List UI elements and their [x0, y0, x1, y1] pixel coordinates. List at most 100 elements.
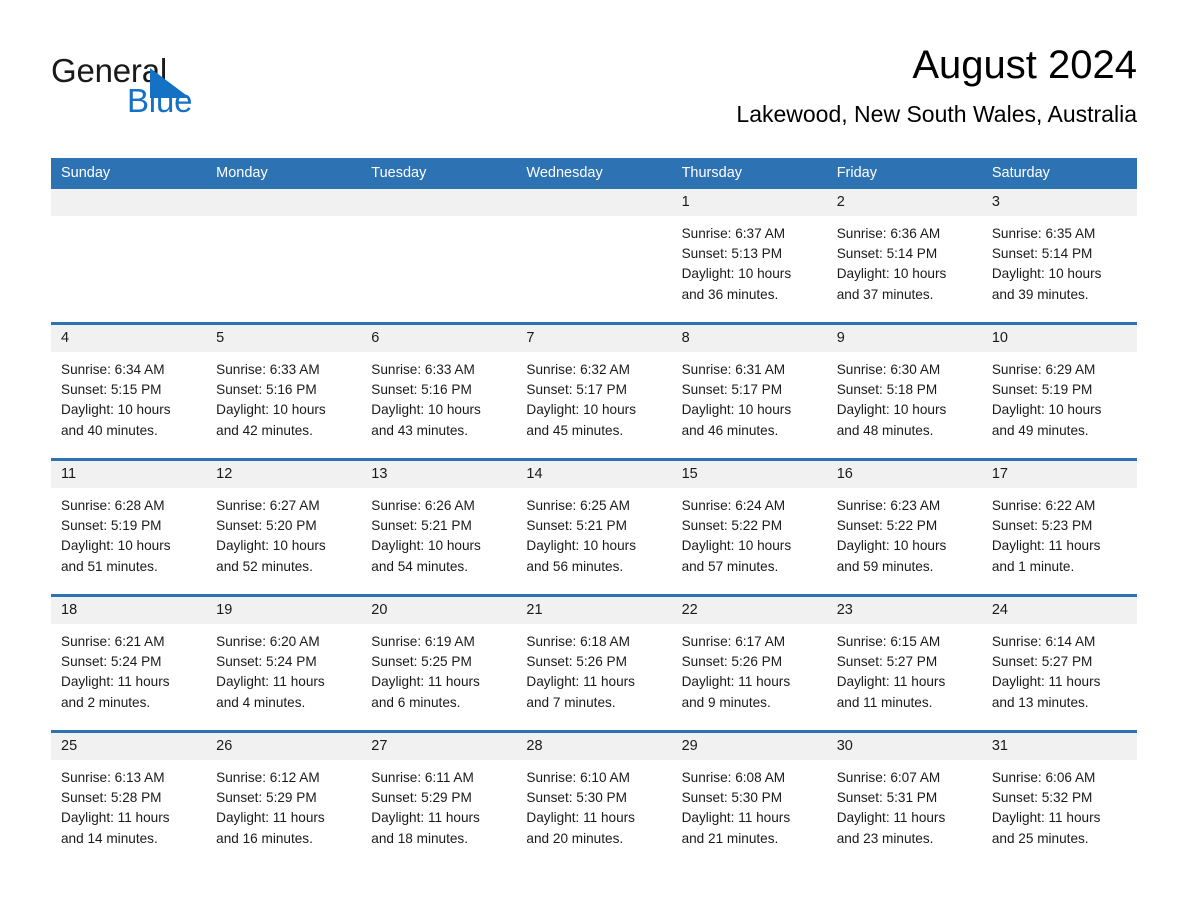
- calendar-day-cell[interactable]: 25 Sunrise: 6:13 AM Sunset: 5:28 PM Dayl…: [51, 730, 207, 866]
- calendar-day-cell[interactable]: 27 Sunrise: 6:11 AM Sunset: 5:29 PM Dayl…: [361, 730, 517, 866]
- calendar-table: Sunday Monday Tuesday Wednesday Thursday…: [51, 158, 1137, 866]
- calendar-day-cell[interactable]: 12 Sunrise: 6:27 AM Sunset: 5:20 PM Dayl…: [206, 458, 362, 596]
- calendar-day-cell[interactable]: 3 Sunrise: 6:35 AM Sunset: 5:14 PM Dayli…: [981, 189, 1137, 324]
- day-details: Sunrise: 6:25 AM Sunset: 5:21 PM Dayligh…: [516, 488, 671, 594]
- calendar-day-cell[interactable]: 15 Sunrise: 6:24 AM Sunset: 5:22 PM Dayl…: [671, 458, 827, 596]
- day-number: 22: [671, 597, 827, 624]
- sun-info-text: Sunrise: 6:28 AM Sunset: 5:19 PM Dayligh…: [61, 498, 171, 574]
- calendar-day-cell[interactable]: 14 Sunrise: 6:25 AM Sunset: 5:21 PM Dayl…: [516, 458, 672, 596]
- calendar-week-row: 25 Sunrise: 6:13 AM Sunset: 5:28 PM Dayl…: [51, 730, 1137, 866]
- calendar-day-cell[interactable]: 8 Sunrise: 6:31 AM Sunset: 5:17 PM Dayli…: [671, 322, 827, 460]
- day-details: Sunrise: 6:29 AM Sunset: 5:19 PM Dayligh…: [982, 352, 1137, 458]
- weekday-header-thursday: Thursday: [671, 158, 827, 189]
- sun-info-text: Sunrise: 6:21 AM Sunset: 5:24 PM Dayligh…: [61, 634, 170, 710]
- general-blue-logo[interactable]: General Blue: [51, 52, 251, 124]
- weekday-header-tuesday: Tuesday: [361, 158, 517, 189]
- calendar-day-cell[interactable]: 6 Sunrise: 6:33 AM Sunset: 5:16 PM Dayli…: [361, 322, 517, 460]
- calendar-day-cell[interactable]: 28 Sunrise: 6:10 AM Sunset: 5:30 PM Dayl…: [516, 730, 672, 866]
- day-number: 23: [826, 597, 982, 624]
- calendar-day-cell[interactable]: 24 Sunrise: 6:14 AM Sunset: 5:27 PM Dayl…: [981, 594, 1137, 732]
- calendar-day-cell[interactable]: 18 Sunrise: 6:21 AM Sunset: 5:24 PM Dayl…: [51, 594, 207, 732]
- sun-info-text: Sunrise: 6:33 AM Sunset: 5:16 PM Dayligh…: [371, 362, 481, 438]
- sun-info-text: Sunrise: 6:18 AM Sunset: 5:26 PM Dayligh…: [526, 634, 635, 710]
- day-details: Sunrise: 6:33 AM Sunset: 5:16 PM Dayligh…: [361, 352, 516, 458]
- day-details: Sunrise: 6:07 AM Sunset: 5:31 PM Dayligh…: [827, 760, 982, 866]
- calendar-day-cell[interactable]: 31 Sunrise: 6:06 AM Sunset: 5:32 PM Dayl…: [981, 730, 1137, 866]
- day-number: 2: [826, 189, 982, 216]
- sun-info-text: Sunrise: 6:29 AM Sunset: 5:19 PM Dayligh…: [991, 362, 1102, 438]
- calendar-day-cell[interactable]: [361, 189, 517, 324]
- sun-info-text: Sunrise: 6:24 AM Sunset: 5:22 PM Dayligh…: [681, 498, 792, 574]
- sun-info-text: Sunrise: 6:17 AM Sunset: 5:26 PM Dayligh…: [681, 634, 791, 710]
- day-details: [516, 216, 671, 322]
- sun-info-text: Sunrise: 6:14 AM Sunset: 5:27 PM Dayligh…: [991, 634, 1101, 710]
- calendar-day-cell[interactable]: 2 Sunrise: 6:36 AM Sunset: 5:14 PM Dayli…: [826, 189, 982, 324]
- day-details: [206, 216, 361, 322]
- day-number: 19: [206, 597, 362, 624]
- day-number: 16: [826, 461, 982, 488]
- calendar-day-cell[interactable]: 1 Sunrise: 6:37 AM Sunset: 5:13 PM Dayli…: [671, 189, 827, 324]
- day-number: 8: [671, 325, 827, 352]
- page-header: General Blue August 2024 Lakewood, New S…: [51, 40, 1137, 150]
- calendar-day-cell[interactable]: 19 Sunrise: 6:20 AM Sunset: 5:24 PM Dayl…: [206, 594, 362, 732]
- calendar-day-cell[interactable]: [516, 189, 672, 324]
- calendar-day-cell[interactable]: 30 Sunrise: 6:07 AM Sunset: 5:31 PM Dayl…: [826, 730, 982, 866]
- day-details: Sunrise: 6:37 AM Sunset: 5:13 PM Dayligh…: [672, 216, 827, 322]
- calendar-day-cell[interactable]: 11 Sunrise: 6:28 AM Sunset: 5:19 PM Dayl…: [51, 458, 207, 596]
- day-details: Sunrise: 6:10 AM Sunset: 5:30 PM Dayligh…: [516, 760, 671, 866]
- weekday-header-wednesday: Wednesday: [516, 158, 672, 189]
- day-number: 17: [981, 461, 1137, 488]
- weekday-header-friday: Friday: [826, 158, 982, 189]
- calendar-day-cell[interactable]: [51, 189, 207, 324]
- calendar-day-cell[interactable]: [206, 189, 362, 324]
- day-details: Sunrise: 6:31 AM Sunset: 5:17 PM Dayligh…: [672, 352, 827, 458]
- calendar-day-cell[interactable]: 29 Sunrise: 6:08 AM Sunset: 5:30 PM Dayl…: [671, 730, 827, 866]
- day-number: 3: [981, 189, 1137, 216]
- day-details: Sunrise: 6:21 AM Sunset: 5:24 PM Dayligh…: [51, 624, 206, 730]
- day-details: Sunrise: 6:12 AM Sunset: 5:29 PM Dayligh…: [206, 760, 361, 866]
- calendar-day-cell[interactable]: 21 Sunrise: 6:18 AM Sunset: 5:26 PM Dayl…: [516, 594, 672, 732]
- day-details: Sunrise: 6:14 AM Sunset: 5:27 PM Dayligh…: [982, 624, 1137, 730]
- day-details: Sunrise: 6:18 AM Sunset: 5:26 PM Dayligh…: [516, 624, 671, 730]
- day-number: 11: [51, 461, 207, 488]
- sun-info-text: Sunrise: 6:11 AM Sunset: 5:29 PM Dayligh…: [371, 770, 480, 846]
- sun-info-text: Sunrise: 6:25 AM Sunset: 5:21 PM Dayligh…: [526, 498, 636, 574]
- sun-info-text: Sunrise: 6:20 AM Sunset: 5:24 PM Dayligh…: [216, 634, 325, 710]
- day-number: 29: [671, 733, 827, 760]
- calendar-week-row: 18 Sunrise: 6:21 AM Sunset: 5:24 PM Dayl…: [51, 594, 1137, 732]
- calendar-day-cell[interactable]: 5 Sunrise: 6:33 AM Sunset: 5:16 PM Dayli…: [206, 322, 362, 460]
- sun-info-text: Sunrise: 6:12 AM Sunset: 5:29 PM Dayligh…: [216, 770, 325, 846]
- day-number: 14: [516, 461, 672, 488]
- calendar-day-cell[interactable]: 4 Sunrise: 6:34 AM Sunset: 5:15 PM Dayli…: [51, 322, 207, 460]
- calendar-day-cell[interactable]: 7 Sunrise: 6:32 AM Sunset: 5:17 PM Dayli…: [516, 322, 672, 460]
- title-block: August 2024 Lakewood, New South Wales, A…: [437, 40, 1137, 130]
- day-number: 5: [206, 325, 362, 352]
- calendar-day-cell[interactable]: 16 Sunrise: 6:23 AM Sunset: 5:22 PM Dayl…: [826, 458, 982, 596]
- day-number: [206, 189, 362, 216]
- calendar-day-cell[interactable]: 13 Sunrise: 6:26 AM Sunset: 5:21 PM Dayl…: [361, 458, 517, 596]
- calendar-page: General Blue August 2024 Lakewood, New S…: [0, 0, 1188, 918]
- sun-info-text: Sunrise: 6:13 AM Sunset: 5:28 PM Dayligh…: [61, 770, 170, 846]
- sun-info-text: Sunrise: 6:10 AM Sunset: 5:30 PM Dayligh…: [526, 770, 635, 846]
- calendar-day-cell[interactable]: 17 Sunrise: 6:22 AM Sunset: 5:23 PM Dayl…: [981, 458, 1137, 596]
- day-details: Sunrise: 6:35 AM Sunset: 5:14 PM Dayligh…: [982, 216, 1137, 322]
- sun-info-text: Sunrise: 6:32 AM Sunset: 5:17 PM Dayligh…: [526, 362, 636, 438]
- day-number: 25: [51, 733, 207, 760]
- day-details: Sunrise: 6:28 AM Sunset: 5:19 PM Dayligh…: [51, 488, 206, 594]
- day-details: Sunrise: 6:30 AM Sunset: 5:18 PM Dayligh…: [827, 352, 982, 458]
- sun-info-text: Sunrise: 6:35 AM Sunset: 5:14 PM Dayligh…: [991, 226, 1102, 302]
- calendar-day-cell[interactable]: 23 Sunrise: 6:15 AM Sunset: 5:27 PM Dayl…: [826, 594, 982, 732]
- day-details: Sunrise: 6:11 AM Sunset: 5:29 PM Dayligh…: [361, 760, 516, 866]
- day-details: Sunrise: 6:36 AM Sunset: 5:14 PM Dayligh…: [827, 216, 982, 322]
- calendar-day-cell[interactable]: 22 Sunrise: 6:17 AM Sunset: 5:26 PM Dayl…: [671, 594, 827, 732]
- calendar-day-cell[interactable]: 20 Sunrise: 6:19 AM Sunset: 5:25 PM Dayl…: [361, 594, 517, 732]
- sun-info-text: Sunrise: 6:30 AM Sunset: 5:18 PM Dayligh…: [836, 362, 947, 438]
- calendar-day-cell[interactable]: 10 Sunrise: 6:29 AM Sunset: 5:19 PM Dayl…: [981, 322, 1137, 460]
- day-number: 30: [826, 733, 982, 760]
- calendar-day-cell[interactable]: 9 Sunrise: 6:30 AM Sunset: 5:18 PM Dayli…: [826, 322, 982, 460]
- sun-info-text: Sunrise: 6:07 AM Sunset: 5:31 PM Dayligh…: [836, 770, 946, 846]
- calendar-day-cell[interactable]: 26 Sunrise: 6:12 AM Sunset: 5:29 PM Dayl…: [206, 730, 362, 866]
- calendar-body: 1 Sunrise: 6:37 AM Sunset: 5:13 PM Dayli…: [51, 189, 1137, 866]
- sun-info-text: Sunrise: 6:22 AM Sunset: 5:23 PM Dayligh…: [991, 498, 1101, 574]
- day-details: Sunrise: 6:20 AM Sunset: 5:24 PM Dayligh…: [206, 624, 361, 730]
